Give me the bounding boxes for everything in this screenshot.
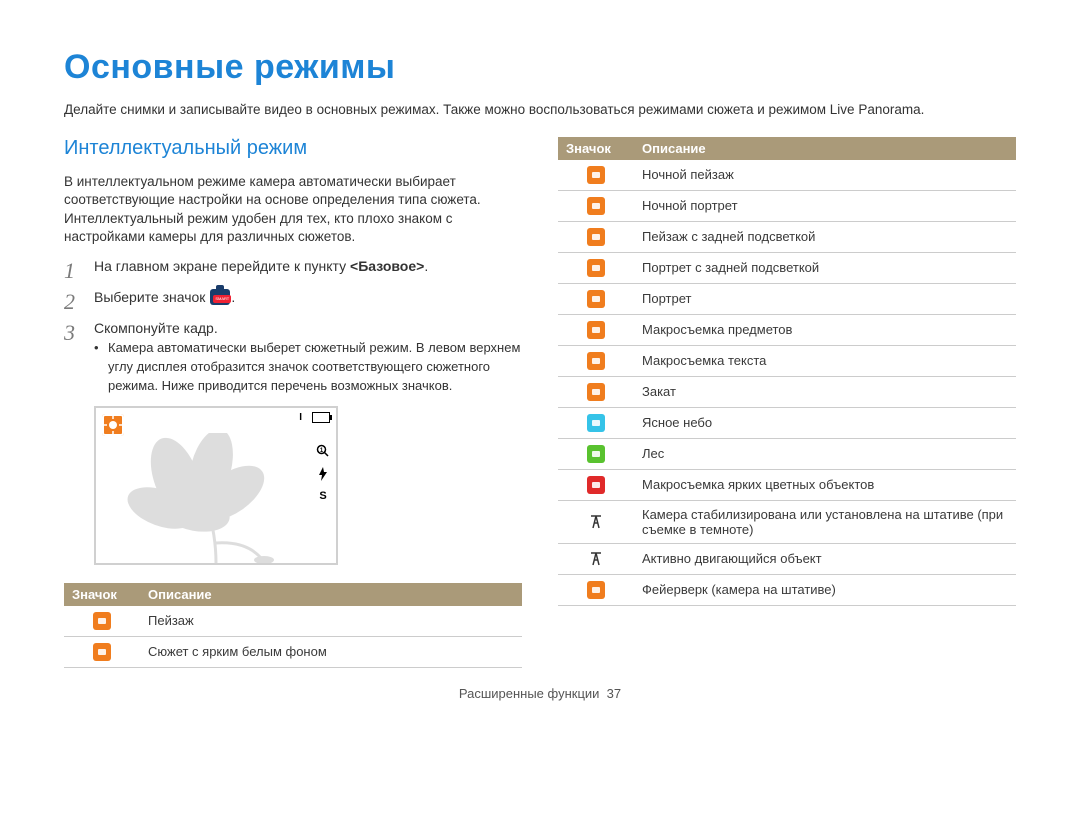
scene-icon	[587, 445, 605, 463]
th-desc: Описание	[634, 137, 1016, 160]
icon-description: Фейерверк (камера на штативе)	[634, 574, 1016, 605]
table-row: Макросъемка предметов	[558, 314, 1016, 345]
scene-icon	[587, 476, 605, 494]
smart-indicator-icon: S	[319, 490, 326, 502]
icon-description: Ночной портрет	[634, 190, 1016, 221]
th-icon: Значок	[64, 583, 140, 606]
flash-icon	[317, 467, 329, 484]
step1-text-c: .	[424, 258, 428, 274]
scene-icon	[587, 228, 605, 246]
icon-description: Закат	[634, 376, 1016, 407]
table-row: Портрет с задней подсветкой	[558, 252, 1016, 283]
table-row: Ночной портрет	[558, 190, 1016, 221]
scene-icon	[587, 321, 605, 339]
icon-description: Сюжет с ярким белым фоном	[140, 636, 522, 667]
scene-icon	[93, 612, 111, 630]
step1-text-a: На главном экране перейдите к пункту	[94, 258, 350, 274]
icon-description: Макросъемка текста	[634, 345, 1016, 376]
scene-icon	[93, 643, 111, 661]
steps-list: На главном экране перейдите к пункту <Ба…	[64, 256, 522, 396]
scene-icon	[587, 259, 605, 277]
table-row: Фейерверк (камера на штативе)	[558, 574, 1016, 605]
icon-description: Портрет с задней подсветкой	[634, 252, 1016, 283]
smart-mode-icon	[210, 289, 230, 305]
icon-description: Лес	[634, 438, 1016, 469]
scene-icon	[587, 197, 605, 215]
table-row: Пейзаж с задней подсветкой	[558, 221, 1016, 252]
zoom-icon: 1	[316, 444, 330, 461]
scene-icon	[587, 414, 605, 432]
step1-bold: <Базовое>	[350, 258, 424, 274]
scene-icon	[587, 550, 605, 568]
section-heading: Интеллектуальный режим	[64, 137, 522, 160]
icon-description: Макросъемка предметов	[634, 314, 1016, 345]
icon-description: Портрет	[634, 283, 1016, 314]
table-row: Ночной пейзаж	[558, 160, 1016, 191]
footer-page: 37	[607, 686, 621, 701]
step3-bullet: Камера автоматически выберет сюжетный ре…	[94, 339, 522, 396]
step-2: Выберите значок .	[64, 287, 522, 308]
table-row: Лес	[558, 438, 1016, 469]
table-row: Пейзаж	[64, 606, 522, 637]
section-text: В интеллектуальном режиме камера автомат…	[64, 173, 522, 246]
step-3: Скомпонуйте кадр. Камера автоматически в…	[64, 318, 522, 396]
table-row: Сюжет с ярким белым фоном	[64, 636, 522, 667]
th-desc: Описание	[140, 583, 522, 606]
icon-table-right: Значок Описание Ночной пейзажНочной порт…	[558, 137, 1016, 606]
scene-icon	[587, 166, 605, 184]
icon-description: Ясное небо	[634, 407, 1016, 438]
page-footer: Расширенные функции 37	[64, 686, 1016, 701]
table-row: Макросъемка ярких цветных объектов	[558, 469, 1016, 500]
icon-description: Активно двигающийся объект	[634, 543, 1016, 574]
battery-icon	[312, 412, 330, 423]
scene-icon	[587, 290, 605, 308]
th-icon: Значок	[558, 137, 634, 160]
table-row: Ясное небо	[558, 407, 1016, 438]
camera-preview: I 1 S	[94, 406, 338, 565]
icon-description: Пейзаж с задней подсветкой	[634, 221, 1016, 252]
footer-label: Расширенные функции	[459, 686, 600, 701]
intro-text: Делайте снимки и записывайте видео в осн…	[64, 101, 1016, 119]
scene-icon	[587, 581, 605, 599]
page-title: Основные режимы	[64, 48, 1016, 87]
step2-text-b: .	[231, 289, 235, 305]
icon-table-left: Значок Описание ПейзажСюжет с ярким белы…	[64, 583, 522, 668]
table-row: Макросъемка текста	[558, 345, 1016, 376]
table-row: Активно двигающийся объект	[558, 543, 1016, 574]
table-row: Закат	[558, 376, 1016, 407]
scene-icon	[587, 352, 605, 370]
step3-text: Скомпонуйте кадр.	[94, 320, 218, 336]
flower-illustration	[116, 433, 296, 563]
step2-text-a: Выберите значок	[94, 289, 209, 305]
scene-icon	[587, 383, 605, 401]
table-row: Камера стабилизирована или установлена н…	[558, 500, 1016, 543]
step-1: На главном экране перейдите к пункту <Ба…	[64, 256, 522, 277]
icon-description: Ночной пейзаж	[634, 160, 1016, 191]
icon-description: Камера стабилизирована или установлена н…	[634, 500, 1016, 543]
icon-description: Макросъемка ярких цветных объектов	[634, 469, 1016, 500]
table-row: Портрет	[558, 283, 1016, 314]
scene-icon	[587, 513, 605, 531]
indicator-i: I	[299, 412, 302, 423]
icon-description: Пейзаж	[140, 606, 522, 637]
